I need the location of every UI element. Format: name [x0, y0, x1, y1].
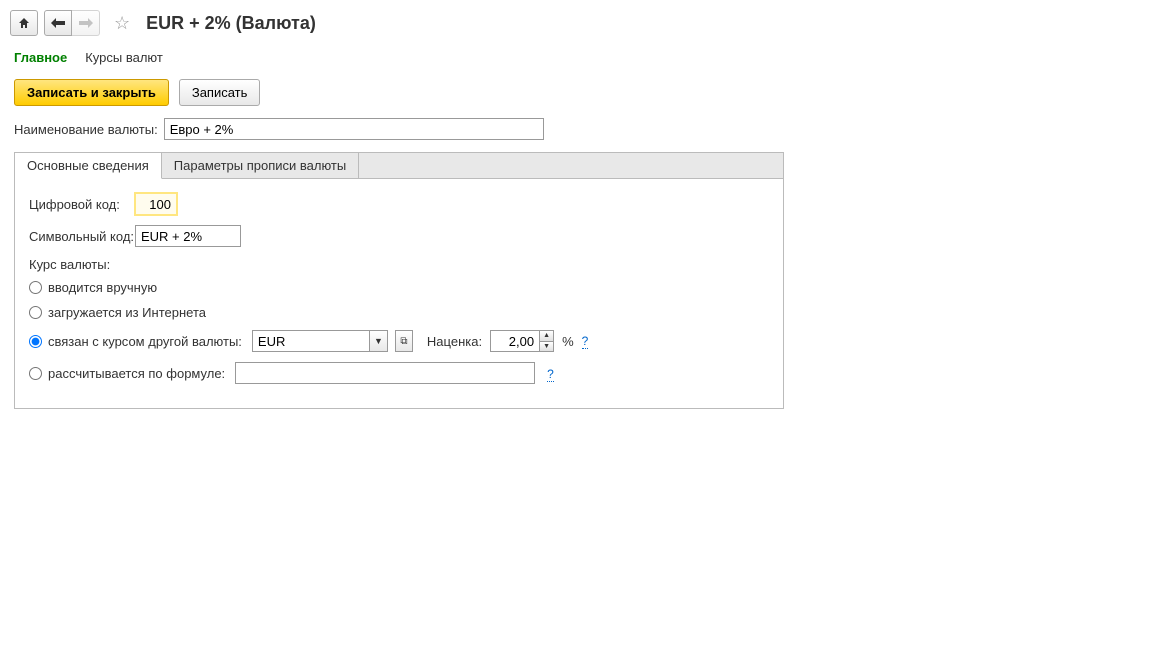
- currency-name-label: Наименование валюты:: [14, 122, 158, 137]
- radio-internet-label[interactable]: загружается из Интернета: [48, 305, 206, 320]
- radio-formula-label[interactable]: рассчитывается по формуле:: [48, 366, 225, 381]
- radio-linked-label[interactable]: связан с курсом другой валюты:: [48, 334, 242, 349]
- markup-label: Наценка:: [427, 334, 482, 349]
- nav-tab-rates[interactable]: Курсы валют: [85, 48, 163, 67]
- arrow-left-icon: [51, 18, 65, 28]
- forward-button[interactable]: [72, 10, 100, 36]
- chevron-down-icon: ▼: [374, 336, 383, 346]
- home-icon: [17, 16, 31, 30]
- spinner-up[interactable]: ▲: [540, 331, 553, 342]
- favorite-star-icon[interactable]: ☆: [114, 13, 130, 34]
- symbol-code-input[interactable]: [135, 225, 241, 247]
- radio-formula[interactable]: [29, 367, 42, 380]
- home-button[interactable]: [10, 10, 38, 36]
- numeric-code-label: Цифровой код:: [29, 197, 135, 212]
- nav-tab-main[interactable]: Главное: [14, 48, 67, 67]
- percent-label: %: [562, 334, 574, 349]
- tab-spelling-params[interactable]: Параметры прописи валюты: [162, 153, 359, 179]
- caret-up-icon: ▲: [543, 332, 550, 339]
- markup-spinner[interactable]: ▲ ▼: [490, 330, 554, 352]
- page-title: EUR + 2% (Валюта): [146, 13, 316, 34]
- radio-internet[interactable]: [29, 306, 42, 319]
- radio-manual-label[interactable]: вводится вручную: [48, 280, 157, 295]
- linked-currency-dropdown[interactable]: ▼: [252, 330, 388, 352]
- dropdown-toggle[interactable]: ▼: [369, 331, 387, 351]
- radio-manual[interactable]: [29, 281, 42, 294]
- rate-section-label: Курс валюты:: [29, 257, 769, 272]
- formula-input[interactable]: [235, 362, 535, 384]
- currency-name-input[interactable]: [164, 118, 544, 140]
- save-close-button[interactable]: Записать и закрыть: [14, 79, 169, 106]
- markup-help-link[interactable]: ?: [582, 334, 589, 349]
- radio-linked[interactable]: [29, 335, 42, 348]
- caret-down-icon: ▼: [543, 343, 550, 350]
- markup-input[interactable]: [491, 331, 539, 351]
- open-currency-button[interactable]: ⧉: [395, 330, 413, 352]
- symbol-code-label: Символьный код:: [29, 229, 135, 244]
- save-button[interactable]: Записать: [179, 79, 261, 106]
- arrow-right-icon: [79, 18, 93, 28]
- open-icon: ⧉: [400, 336, 407, 347]
- numeric-code-input[interactable]: [135, 193, 177, 215]
- linked-currency-input[interactable]: [253, 331, 369, 351]
- tab-basic-info[interactable]: Основные сведения: [15, 153, 162, 179]
- back-button[interactable]: [44, 10, 72, 36]
- formula-help-link[interactable]: ?: [547, 367, 554, 382]
- spinner-down[interactable]: ▼: [540, 342, 553, 352]
